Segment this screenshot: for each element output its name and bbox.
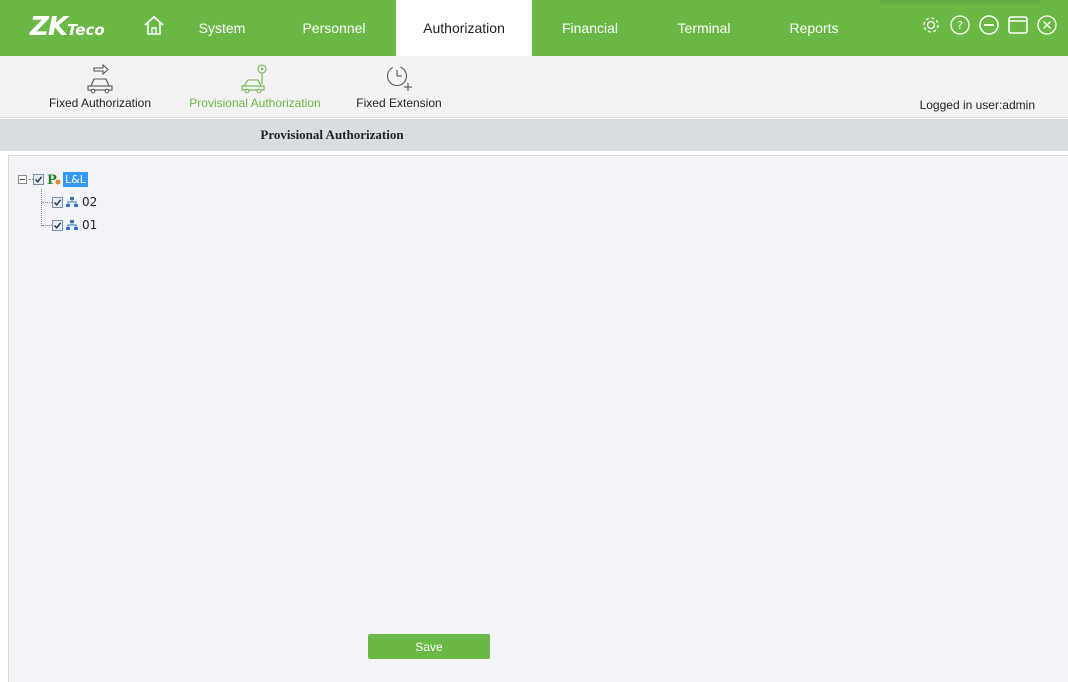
maximize-icon[interactable] — [1007, 14, 1029, 36]
logo-text: ZKTeco — [30, 12, 105, 42]
gear-icon[interactable] — [920, 14, 942, 36]
logged-in-user: Logged in user:admin — [919, 98, 1035, 112]
menu-reports[interactable]: Reports — [764, 0, 864, 56]
tree-root-label[interactable]: L&L — [63, 171, 88, 187]
network-icon — [66, 196, 78, 207]
fixed-authorization-label: Fixed Authorization — [48, 96, 152, 110]
tree-root-node[interactable]: P L&L — [18, 170, 88, 188]
provisional-authorization-label: Provisional Authorization — [189, 96, 321, 110]
root-checkbox[interactable] — [33, 173, 44, 185]
svg-text:?: ? — [957, 19, 963, 32]
fixed-authorization-button[interactable]: Fixed Authorization — [46, 56, 154, 118]
top-menu-bar: ZKTeco System Personnel Authorization Fi… — [0, 0, 1068, 56]
svg-text:P: P — [47, 173, 57, 186]
page-title: Provisional Authorization — [260, 127, 404, 142]
clock-plus-icon — [386, 65, 412, 91]
section-title-bar: Provisional Authorization — [0, 119, 1068, 151]
fixed-extension-label: Fixed Extension — [356, 96, 442, 110]
menu-terminal[interactable]: Terminal — [654, 0, 754, 56]
top-glare — [880, 0, 1040, 6]
car-arrow-icon — [87, 63, 113, 94]
collapse-icon[interactable] — [18, 174, 27, 184]
tree-child-label: 02 — [82, 195, 98, 209]
network-icon — [66, 219, 78, 230]
window-controls: ? — [920, 14, 1058, 36]
tree-child-label: 01 — [82, 218, 98, 232]
home-icon[interactable] — [142, 14, 166, 36]
parking-lot-icon: P — [47, 173, 61, 186]
help-icon[interactable]: ? — [949, 14, 971, 36]
sub-toolbar: Fixed Authorization Provisional Authoriz… — [0, 56, 1068, 118]
save-button[interactable]: Save — [368, 634, 490, 659]
child-checkbox[interactable] — [52, 219, 63, 231]
tree-child-node[interactable]: 02 — [42, 193, 97, 211]
minimize-icon[interactable] — [978, 14, 1000, 36]
child-checkbox[interactable] — [52, 196, 63, 208]
menu-financial[interactable]: Financial — [540, 0, 640, 56]
provisional-authorization-button[interactable]: Provisional Authorization — [186, 56, 324, 118]
menu-authorization[interactable]: Authorization — [396, 0, 532, 56]
tree-child-node[interactable]: 01 — [42, 216, 97, 234]
main-panel — [8, 155, 1068, 682]
fixed-extension-button[interactable]: Fixed Extension — [352, 56, 446, 118]
app-logo: ZKTeco — [30, 11, 105, 43]
close-icon[interactable] — [1036, 14, 1058, 36]
tree-connector — [42, 201, 52, 203]
car-location-icon — [241, 64, 267, 94]
tree-connector — [42, 224, 52, 226]
menu-system[interactable]: System — [180, 0, 264, 56]
menu-personnel[interactable]: Personnel — [284, 0, 384, 56]
